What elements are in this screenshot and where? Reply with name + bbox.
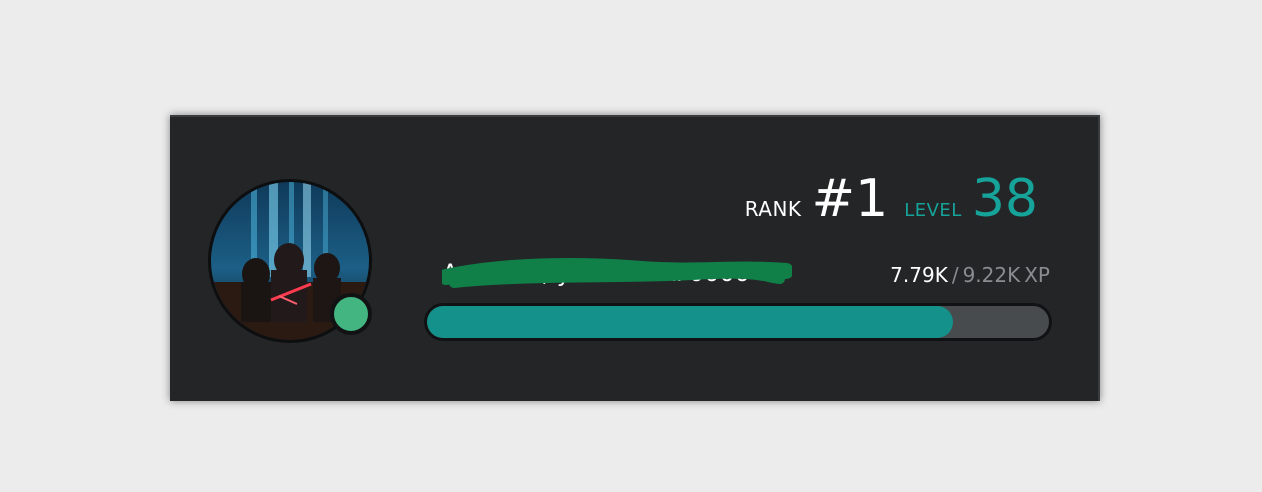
xp-progress-bar	[424, 303, 1052, 341]
xp-current: 7.79K	[890, 263, 948, 287]
xp-unit: XP	[1024, 263, 1050, 287]
level-label: LEVEL	[904, 200, 962, 221]
avatar-container	[208, 179, 372, 343]
rank-value: #1	[811, 169, 889, 229]
level-value: 38	[971, 169, 1038, 229]
redaction-scribble	[442, 258, 792, 288]
xp-total: 9.22K	[962, 263, 1021, 287]
rank-label: RANK	[744, 197, 802, 221]
rank-card: RANK #1 LEVEL 38 Arachim, you idiot #000…	[170, 115, 1100, 401]
xp-readout: 7.79K/9.22K XP	[890, 263, 1050, 287]
username-area: Arachim, you idiot #0000	[442, 257, 792, 291]
rank-level-row: RANK #1 LEVEL 38	[745, 169, 1038, 229]
xp-separator: /	[951, 263, 959, 287]
xp-progress-fill	[427, 306, 953, 338]
online-status-indicator	[330, 293, 372, 335]
